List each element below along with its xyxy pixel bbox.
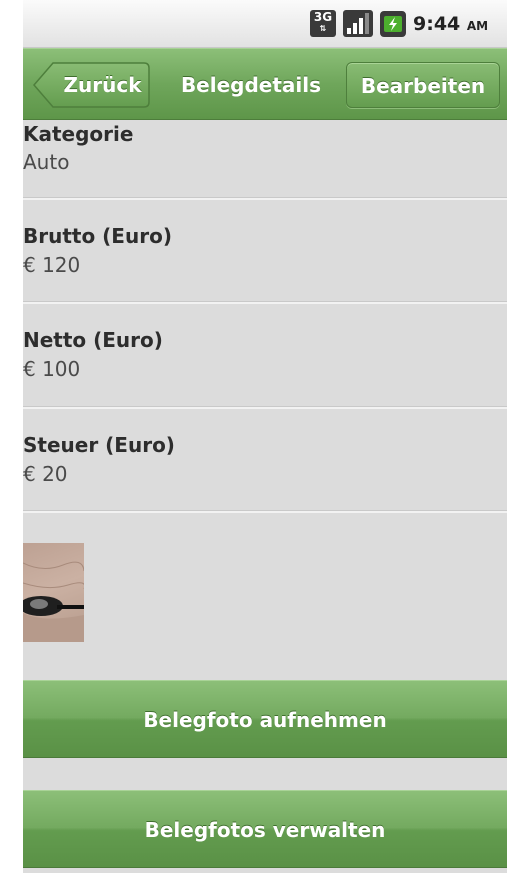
gross-value: € 120 (23, 253, 81, 277)
signal-strength-icon (343, 10, 373, 37)
clock: 9:44 AM (413, 10, 488, 38)
clock-ampm: AM (466, 19, 489, 33)
edit-button[interactable]: Bearbeiten (346, 62, 500, 108)
tax-label: Steuer (Euro) (23, 433, 175, 457)
detail-row-tax: Steuer (Euro) € 20 (23, 408, 507, 513)
status-bar: 3G ⇅ 9:44 AM (23, 0, 507, 48)
battery-charging-icon (380, 11, 406, 37)
back-button-label: Zurück (63, 73, 142, 97)
detail-row-gross: Brutto (Euro) € 120 (23, 199, 507, 304)
detail-row-category: Kategorie Auto (23, 120, 507, 200)
category-value: Auto (23, 150, 70, 174)
network-type-label: 3G (313, 10, 333, 24)
3g-data-icon: 3G ⇅ (310, 10, 336, 37)
title-bar: Zurück Belegdetails Bearbeiten (23, 48, 507, 120)
net-label: Netto (Euro) (23, 328, 163, 352)
page-title: Belegdetails (180, 73, 322, 97)
net-value: € 100 (23, 357, 81, 381)
manage-receipt-photos-button[interactable]: Belegfotos verwalten (23, 790, 507, 868)
back-button[interactable]: Zurück (33, 62, 150, 108)
tax-value: € 20 (23, 462, 68, 486)
clock-time: 9:44 (413, 13, 461, 35)
take-receipt-photo-button[interactable]: Belegfoto aufnehmen (23, 680, 507, 758)
detail-row-net: Netto (Euro) € 100 (23, 303, 507, 409)
app-screen: 3G ⇅ 9:44 AM Zurück Belegdetails Bearbei… (23, 0, 507, 873)
receipt-photo-thumbnail[interactable] (23, 543, 84, 642)
category-label: Kategorie (23, 122, 134, 146)
gross-label: Brutto (Euro) (23, 224, 172, 248)
